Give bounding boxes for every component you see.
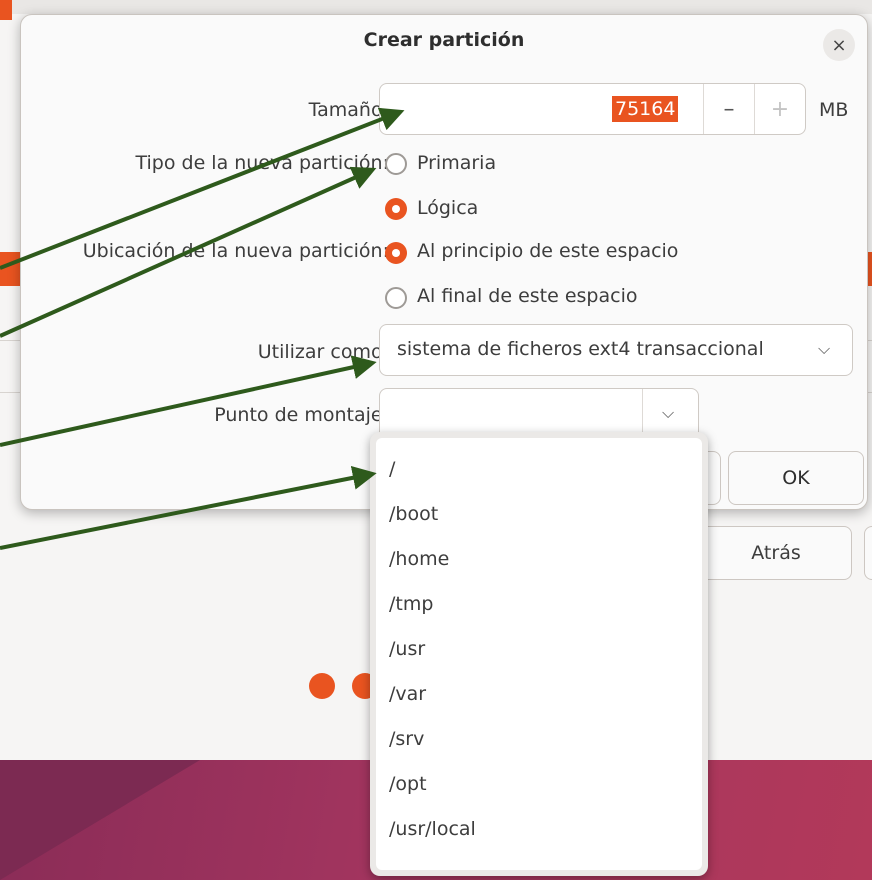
location-end-label[interactable]: Al final de este espacio xyxy=(417,285,638,307)
mount-option-opt[interactable]: /opt xyxy=(389,764,689,804)
location-start-label[interactable]: Al principio de este espacio xyxy=(417,240,678,262)
mount-option-var[interactable]: /var xyxy=(389,674,689,714)
mount-point-list: / /boot /home /tmp /usr /var /srv /opt /… xyxy=(376,438,702,870)
partition-type-label: Tipo de la nueva partición: xyxy=(135,152,389,174)
logical-radio[interactable] xyxy=(385,198,407,220)
increase-size-button[interactable]: + xyxy=(755,84,805,134)
ok-button[interactable]: OK xyxy=(728,451,864,505)
mount-option-boot[interactable]: /boot xyxy=(389,494,689,534)
use-as-label: Utilizar como: xyxy=(257,341,389,363)
wallpaper-shape xyxy=(0,760,200,880)
close-icon: × xyxy=(831,34,847,56)
filesystem-select[interactable]: sistema de ficheros ext4 transaccional ⌵ xyxy=(379,324,853,376)
size-unit: MB xyxy=(819,99,849,121)
mount-point-dropdown: / /boot /home /tmp /usr /var /srv /opt /… xyxy=(370,432,708,876)
location-end-radio[interactable] xyxy=(385,287,407,309)
ok-button-label: OK xyxy=(782,467,810,489)
location-start-radio[interactable] xyxy=(385,242,407,264)
size-label: Tamaño: xyxy=(308,99,389,121)
installer-top-strip xyxy=(0,0,872,14)
primary-radio[interactable] xyxy=(385,153,407,175)
chevron-down-icon[interactable]: ⌵ xyxy=(662,403,674,423)
progress-dot xyxy=(309,673,335,699)
back-button[interactable]: Atrás xyxy=(700,526,852,580)
plus-icon: + xyxy=(770,96,790,122)
next-button[interactable] xyxy=(864,526,872,580)
mount-option-home[interactable]: /home xyxy=(389,539,689,579)
close-button[interactable]: × xyxy=(823,29,855,61)
installer-selected-marker xyxy=(0,0,12,20)
location-label: Ubicación de la nueva partición: xyxy=(82,240,389,262)
chevron-down-icon: ⌵ xyxy=(818,339,831,358)
minus-icon: – xyxy=(723,96,735,122)
back-button-label: Atrás xyxy=(751,542,801,564)
size-input[interactable]: 75164 – + xyxy=(379,83,806,135)
filesystem-value: sistema de ficheros ext4 transaccional xyxy=(397,338,764,360)
mount-option-srv[interactable]: /srv xyxy=(389,719,689,759)
dialog-title: Crear partición xyxy=(363,29,525,51)
mount-point-label: Punto de montaje: xyxy=(214,404,389,426)
primary-radio-label[interactable]: Primaria xyxy=(417,152,496,174)
mount-option-usr-local[interactable]: /usr/local xyxy=(389,809,689,849)
decrease-size-button[interactable]: – xyxy=(704,84,754,134)
mount-option-tmp[interactable]: /tmp xyxy=(389,584,689,624)
size-value[interactable]: 75164 xyxy=(612,96,679,122)
mount-option-root[interactable]: / xyxy=(389,449,689,489)
logical-radio-label[interactable]: Lógica xyxy=(417,197,478,219)
mount-option-usr[interactable]: /usr xyxy=(389,629,689,669)
